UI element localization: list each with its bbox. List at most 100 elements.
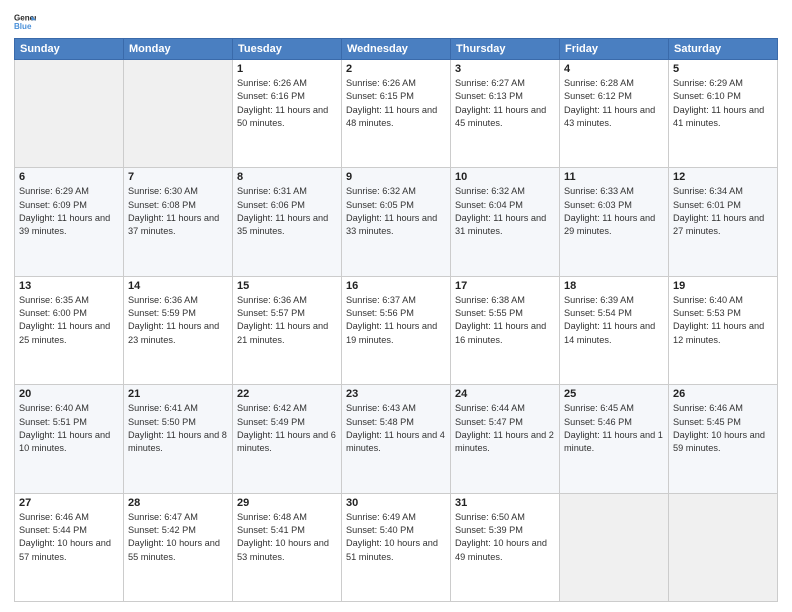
calendar-cell: 23 Sunrise: 6:43 AM Sunset: 5:48 PM Dayli… [342, 385, 451, 493]
day-info: Sunrise: 6:43 AM Sunset: 5:48 PM Dayligh… [346, 402, 446, 455]
calendar-cell: 18Sunrise: 6:39 AM Sunset: 5:54 PM Dayli… [560, 276, 669, 384]
day-number: 15 [237, 280, 337, 292]
day-info: Sunrise: 6:41 AM Sunset: 5:50 PM Dayligh… [128, 402, 228, 455]
calendar-cell: 28 Sunrise: 6:47 AM Sunset: 5:42 PM Dayli… [124, 493, 233, 601]
calendar-cell: 10 Sunrise: 6:32 AM Sunset: 6:04 PM Dayli… [451, 168, 560, 276]
day-number: 1 [237, 63, 337, 75]
col-header-saturday: Saturday [669, 39, 778, 60]
day-number: 14 [128, 280, 228, 292]
day-info: Sunrise: 6:50 AM Sunset: 5:39 PM Dayligh… [455, 511, 555, 564]
day-info: Sunrise: 6:35 AM Sunset: 6:00 PM Dayligh… [19, 294, 119, 347]
day-info: Sunrise: 6:42 AM Sunset: 5:49 PM Dayligh… [237, 402, 337, 455]
day-info: Sunrise: 6:33 AM Sunset: 6:03 PM Dayligh… [564, 185, 664, 238]
header: General Blue [14, 10, 778, 32]
day-info: Sunrise: 6:30 AM Sunset: 6:08 PM Dayligh… [128, 185, 228, 238]
day-number: 7 [128, 171, 228, 183]
day-number: 22 [237, 388, 337, 400]
day-info: Sunrise: 6:32 AM Sunset: 6:04 PM Dayligh… [455, 185, 555, 238]
calendar-cell: 19 Sunrise: 6:40 AM Sunset: 5:53 PM Dayli… [669, 276, 778, 384]
day-number: 30 [346, 497, 446, 509]
calendar-cell: 3 Sunrise: 6:27 AM Sunset: 6:13 PM Daylig… [451, 60, 560, 168]
calendar-cell: 17Sunrise: 6:38 AM Sunset: 5:55 PM Dayli… [451, 276, 560, 384]
calendar-cell: 31 Sunrise: 6:50 AM Sunset: 5:39 PM Dayli… [451, 493, 560, 601]
calendar-table: SundayMondayTuesdayWednesdayThursdayFrid… [14, 38, 778, 602]
day-info: Sunrise: 6:48 AM Sunset: 5:41 PM Dayligh… [237, 511, 337, 564]
day-info: Sunrise: 6:29 AM Sunset: 6:10 PM Dayligh… [673, 77, 773, 130]
day-info: Sunrise: 6:40 AM Sunset: 5:51 PM Dayligh… [19, 402, 119, 455]
day-info: Sunrise: 6:46 AM Sunset: 5:45 PM Dayligh… [673, 402, 773, 455]
day-info: Sunrise: 6:37 AM Sunset: 5:56 PM Dayligh… [346, 294, 446, 347]
logo: General Blue [14, 10, 36, 32]
calendar-cell: 26 Sunrise: 6:46 AM Sunset: 5:45 PM Dayli… [669, 385, 778, 493]
col-header-wednesday: Wednesday [342, 39, 451, 60]
day-info: Sunrise: 6:36 AM Sunset: 5:59 PM Dayligh… [128, 294, 228, 347]
page: General Blue SundayMondayTuesdayWednesda… [0, 0, 792, 612]
week-row-3: 13Sunrise: 6:35 AM Sunset: 6:00 PM Dayli… [15, 276, 778, 384]
calendar-cell: 7 Sunrise: 6:30 AM Sunset: 6:08 PM Daylig… [124, 168, 233, 276]
day-info: Sunrise: 6:36 AM Sunset: 5:57 PM Dayligh… [237, 294, 337, 347]
col-header-friday: Friday [560, 39, 669, 60]
day-info: Sunrise: 6:46 AM Sunset: 5:44 PM Dayligh… [19, 511, 119, 564]
calendar-cell [560, 493, 669, 601]
day-info: Sunrise: 6:47 AM Sunset: 5:42 PM Dayligh… [128, 511, 228, 564]
day-info: Sunrise: 6:26 AM Sunset: 6:16 PM Dayligh… [237, 77, 337, 130]
day-number: 21 [128, 388, 228, 400]
week-row-1: 1 Sunrise: 6:26 AM Sunset: 6:16 PM Daylig… [15, 60, 778, 168]
col-header-sunday: Sunday [15, 39, 124, 60]
day-info: Sunrise: 6:44 AM Sunset: 5:47 PM Dayligh… [455, 402, 555, 455]
col-header-thursday: Thursday [451, 39, 560, 60]
day-info: Sunrise: 6:40 AM Sunset: 5:53 PM Dayligh… [673, 294, 773, 347]
week-row-2: 6Sunrise: 6:29 AM Sunset: 6:09 PM Daylig… [15, 168, 778, 276]
day-number: 12 [673, 171, 773, 183]
week-row-5: 27 Sunrise: 6:46 AM Sunset: 5:44 PM Dayli… [15, 493, 778, 601]
col-header-tuesday: Tuesday [233, 39, 342, 60]
calendar-cell [669, 493, 778, 601]
calendar-cell: 30 Sunrise: 6:49 AM Sunset: 5:40 PM Dayli… [342, 493, 451, 601]
calendar-cell: 9 Sunrise: 6:32 AM Sunset: 6:05 PM Daylig… [342, 168, 451, 276]
calendar-cell: 20 Sunrise: 6:40 AM Sunset: 5:51 PM Dayli… [15, 385, 124, 493]
calendar-cell: 5Sunrise: 6:29 AM Sunset: 6:10 PM Daylig… [669, 60, 778, 168]
day-number: 31 [455, 497, 555, 509]
day-number: 27 [19, 497, 119, 509]
day-number: 6 [19, 171, 119, 183]
day-number: 23 [346, 388, 446, 400]
day-info: Sunrise: 6:27 AM Sunset: 6:13 PM Dayligh… [455, 77, 555, 130]
calendar-cell: 13Sunrise: 6:35 AM Sunset: 6:00 PM Dayli… [15, 276, 124, 384]
day-number: 10 [455, 171, 555, 183]
day-info: Sunrise: 6:38 AM Sunset: 5:55 PM Dayligh… [455, 294, 555, 347]
day-info: Sunrise: 6:49 AM Sunset: 5:40 PM Dayligh… [346, 511, 446, 564]
svg-text:Blue: Blue [14, 22, 32, 31]
calendar-cell: 15 Sunrise: 6:36 AM Sunset: 5:57 PM Dayli… [233, 276, 342, 384]
day-number: 24 [455, 388, 555, 400]
day-number: 19 [673, 280, 773, 292]
day-number: 28 [128, 497, 228, 509]
calendar-cell: 21 Sunrise: 6:41 AM Sunset: 5:50 PM Dayli… [124, 385, 233, 493]
calendar-cell: 16Sunrise: 6:37 AM Sunset: 5:56 PM Dayli… [342, 276, 451, 384]
day-info: Sunrise: 6:45 AM Sunset: 5:46 PM Dayligh… [564, 402, 664, 455]
day-info: Sunrise: 6:26 AM Sunset: 6:15 PM Dayligh… [346, 77, 446, 130]
day-number: 29 [237, 497, 337, 509]
day-info: Sunrise: 6:34 AM Sunset: 6:01 PM Dayligh… [673, 185, 773, 238]
day-number: 3 [455, 63, 555, 75]
day-info: Sunrise: 6:32 AM Sunset: 6:05 PM Dayligh… [346, 185, 446, 238]
calendar-cell: 2Sunrise: 6:26 AM Sunset: 6:15 PM Daylig… [342, 60, 451, 168]
calendar-cell: 8 Sunrise: 6:31 AM Sunset: 6:06 PM Daylig… [233, 168, 342, 276]
calendar-cell: 4Sunrise: 6:28 AM Sunset: 6:12 PM Daylig… [560, 60, 669, 168]
col-header-monday: Monday [124, 39, 233, 60]
header-row: SundayMondayTuesdayWednesdayThursdayFrid… [15, 39, 778, 60]
day-number: 20 [19, 388, 119, 400]
day-info: Sunrise: 6:39 AM Sunset: 5:54 PM Dayligh… [564, 294, 664, 347]
calendar-cell: 11Sunrise: 6:33 AM Sunset: 6:03 PM Dayli… [560, 168, 669, 276]
week-row-4: 20 Sunrise: 6:40 AM Sunset: 5:51 PM Dayli… [15, 385, 778, 493]
day-info: Sunrise: 6:31 AM Sunset: 6:06 PM Dayligh… [237, 185, 337, 238]
day-number: 26 [673, 388, 773, 400]
calendar-cell: 6Sunrise: 6:29 AM Sunset: 6:09 PM Daylig… [15, 168, 124, 276]
calendar-cell: 25 Sunrise: 6:45 AM Sunset: 5:46 PM Dayli… [560, 385, 669, 493]
calendar-cell [124, 60, 233, 168]
day-number: 25 [564, 388, 664, 400]
calendar-cell: 1 Sunrise: 6:26 AM Sunset: 6:16 PM Daylig… [233, 60, 342, 168]
calendar-cell: 24 Sunrise: 6:44 AM Sunset: 5:47 PM Dayli… [451, 385, 560, 493]
calendar-cell [15, 60, 124, 168]
day-number: 9 [346, 171, 446, 183]
day-number: 8 [237, 171, 337, 183]
